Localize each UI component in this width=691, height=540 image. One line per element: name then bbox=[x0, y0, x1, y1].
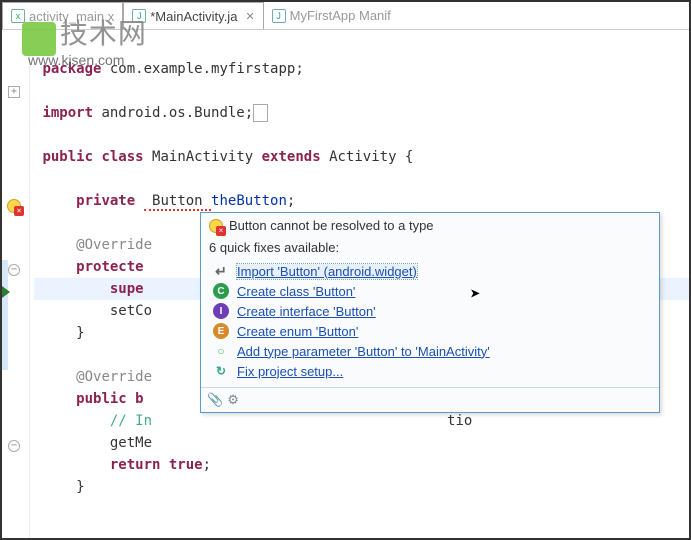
quickfix-list: ↵ Import 'Button' (android.widget) C Cre… bbox=[201, 261, 659, 387]
fold-collapse-icon[interactable]: − bbox=[8, 440, 20, 452]
quickfix-footer: 📎 ⚙ bbox=[201, 387, 659, 412]
code-line: getMe bbox=[34, 435, 152, 451]
code-line: @Override bbox=[34, 369, 152, 385]
tab-label: MyFirstApp Manif bbox=[290, 8, 391, 23]
code-line: // In tio bbox=[34, 413, 472, 429]
code-line: package com.example.myfirstapp; bbox=[34, 61, 304, 77]
code-line: } bbox=[34, 325, 85, 341]
code-line: } bbox=[34, 479, 85, 495]
mouse-cursor-icon: ➤ bbox=[470, 284, 481, 305]
quickfix-link[interactable]: Create interface 'Button' bbox=[237, 304, 376, 319]
override-marker-icon bbox=[2, 286, 10, 298]
code-line: public b bbox=[34, 391, 144, 407]
java-file-icon: J bbox=[132, 9, 146, 23]
code-line: private Button theButton; bbox=[34, 193, 295, 211]
quickfix-link[interactable]: Create enum 'Button' bbox=[237, 324, 358, 339]
class-icon: C bbox=[213, 283, 229, 299]
fold-expand-icon[interactable]: + bbox=[8, 86, 20, 98]
code-line: setCo bbox=[34, 303, 152, 319]
quickfix-link[interactable]: Import 'Button' (android.widget) bbox=[237, 264, 417, 279]
change-bar bbox=[2, 260, 8, 370]
interface-icon: I bbox=[213, 303, 229, 319]
editor-tab-bar: x activity_main.x J *MainActivity.ja ✕ J… bbox=[2, 2, 689, 30]
quickfix-header: Button cannot be resolved to a type bbox=[201, 213, 659, 238]
code-line: public class MainActivity extends Activi… bbox=[34, 149, 413, 165]
gutter: + − − bbox=[2, 30, 30, 538]
quickfix-item-type-parameter[interactable]: ○ Add type parameter 'Button' to 'MainAc… bbox=[211, 341, 651, 361]
attach-icon[interactable]: 📎 bbox=[207, 392, 223, 408]
quickfix-link[interactable]: Create class 'Button' bbox=[237, 284, 355, 299]
quickfix-item-create-interface[interactable]: I Create interface 'Button' bbox=[211, 301, 651, 321]
code-line: import android.os.Bundle; bbox=[34, 104, 268, 122]
quickfix-item-create-enum[interactable]: E Create enum 'Button' bbox=[211, 321, 651, 341]
lightbulb-error-icon bbox=[209, 219, 223, 233]
quickfix-item-create-class[interactable]: C Create class 'Button' bbox=[211, 281, 651, 301]
tab-activity-main[interactable]: x activity_main.x bbox=[2, 2, 123, 29]
close-tab-icon[interactable]: ✕ bbox=[245, 10, 254, 23]
settings-icon[interactable]: ⚙ bbox=[227, 392, 239, 408]
type-param-icon: ○ bbox=[213, 343, 229, 359]
tab-label: *MainActivity.ja bbox=[150, 9, 237, 24]
tab-manifest[interactable]: J MyFirstApp Manif bbox=[264, 2, 399, 29]
java-file-icon: J bbox=[272, 9, 286, 23]
enum-icon: E bbox=[213, 323, 229, 339]
quickfix-subtitle: 6 quick fixes available: bbox=[201, 238, 659, 261]
tab-main-activity[interactable]: J *MainActivity.ja ✕ bbox=[123, 2, 263, 29]
error-marker-icon[interactable] bbox=[6, 198, 22, 214]
quickfix-link[interactable]: Add type parameter 'Button' to 'MainActi… bbox=[237, 344, 490, 359]
xml-file-icon: x bbox=[11, 9, 25, 23]
quickfix-popup: Button cannot be resolved to a type 6 qu… bbox=[200, 212, 660, 413]
project-setup-icon: ↻ bbox=[213, 363, 229, 379]
quickfix-item-fix-project[interactable]: ↻ Fix project setup... bbox=[211, 361, 651, 381]
code-line: @Override bbox=[34, 237, 152, 253]
quickfix-link[interactable]: Fix project setup... bbox=[237, 364, 343, 379]
import-icon: ↵ bbox=[213, 263, 229, 279]
quickfix-title: Button cannot be resolved to a type bbox=[229, 218, 434, 233]
code-line: return true; bbox=[34, 457, 211, 473]
quickfix-item-import[interactable]: ↵ Import 'Button' (android.widget) bbox=[211, 261, 651, 281]
tab-label: activity_main.x bbox=[29, 9, 114, 24]
fold-collapse-icon[interactable]: − bbox=[8, 264, 20, 276]
